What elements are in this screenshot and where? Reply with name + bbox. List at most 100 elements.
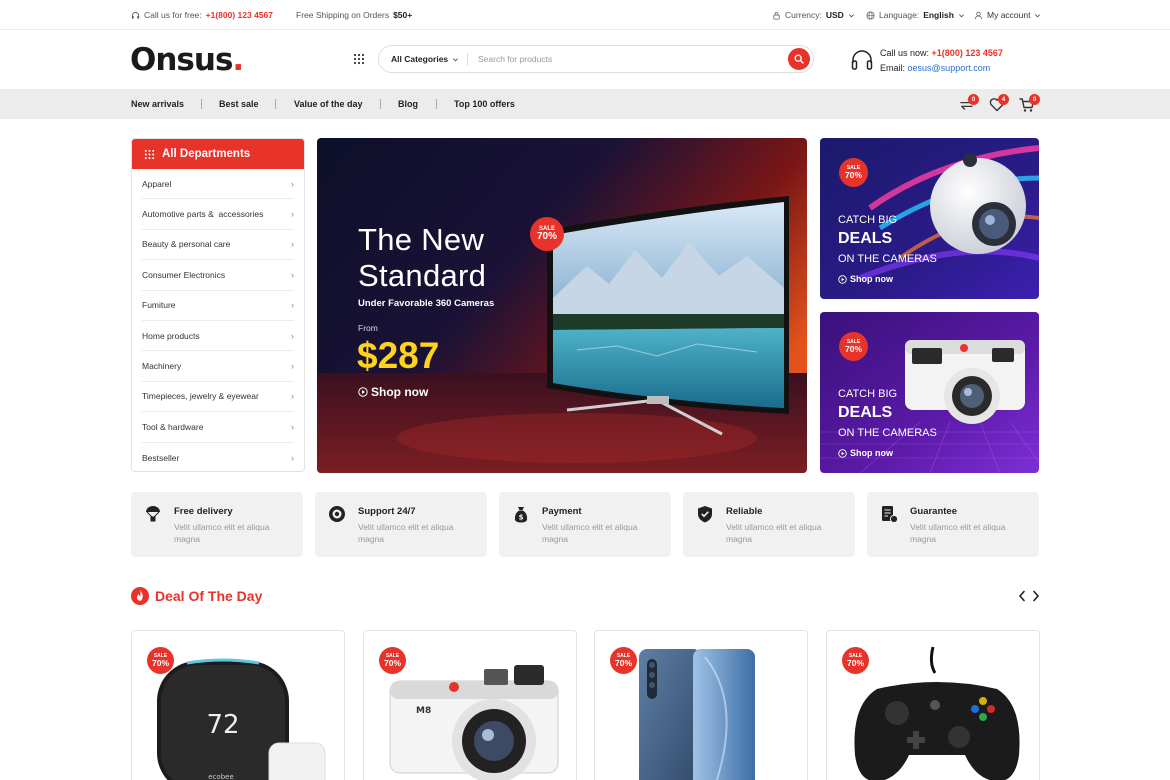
topbar-call-phone[interactable]: +1(800) 123 4567 — [206, 10, 273, 20]
department-item-home-products[interactable]: Home products › — [142, 321, 294, 352]
chevron-right-icon[interactable] — [1032, 590, 1040, 602]
logo-dot: . — [232, 42, 244, 78]
site-logo[interactable]: Onsus. — [130, 42, 244, 78]
grid-icon — [144, 149, 155, 160]
sale-percent: 70% — [844, 343, 862, 354]
thermostat-display-value: 72 — [206, 710, 239, 740]
nav-new-arrivals[interactable]: New arrivals — [131, 89, 184, 119]
side-banner-2-line1: CATCH BIG — [838, 388, 898, 400]
hero-subtitle: Under Favorable 360 Cameras — [358, 298, 495, 309]
product-sale-badge: SALE 70% — [610, 647, 637, 674]
product-card-smartphone[interactable]: SALE 70% — [594, 630, 808, 780]
department-label: Fumiture — [142, 300, 176, 311]
shipping-amount: $50+ — [393, 10, 413, 20]
headset-icon — [131, 11, 140, 20]
side-banner-1-shop-now[interactable]: Shop now — [838, 274, 893, 284]
currency-selector[interactable]: Currency: USD — [772, 0, 855, 30]
department-item-apparel[interactable]: Apparel › — [142, 169, 294, 200]
shield-check-icon — [695, 504, 715, 524]
chevron-right-icon: › — [291, 330, 294, 341]
side-banner-2-shop-now[interactable]: Shop now — [838, 448, 893, 458]
chevron-down-icon — [958, 12, 965, 19]
department-item-timepieces[interactable]: Timepieces, jewelry & eyewear › — [142, 382, 294, 413]
departments-menu: All Departments Apparel › Automotive part… — [131, 138, 305, 472]
hero-shop-now-link[interactable]: Shop now — [358, 385, 428, 399]
header-call-phone[interactable]: +1(800) 123 4567 — [932, 48, 1003, 58]
currency-label: Currency: — [785, 10, 822, 20]
side-banner-2[interactable]: SALE 70% CATCH BIG DEALS ON THE CAMERAS … — [820, 312, 1039, 473]
nav-value-of-the-day[interactable]: Value of the day — [294, 89, 363, 119]
account-menu[interactable]: My account — [974, 0, 1041, 30]
nav-top-100-offers[interactable]: Top 100 offers — [454, 89, 515, 119]
chevron-right-icon: › — [291, 178, 294, 189]
chevron-right-icon: › — [291, 209, 294, 220]
chevron-down-icon — [1034, 12, 1041, 19]
departments-title: All Departments — [162, 148, 251, 160]
product-card-thermostat[interactable]: SALE 70% 72 ecobee — [131, 630, 345, 780]
department-label: Machinery — [142, 361, 182, 372]
product-card-game-controller[interactable]: SALE 70% — [826, 630, 1040, 780]
search-button[interactable] — [788, 48, 810, 70]
chevron-right-icon: › — [291, 361, 294, 372]
header-email-value[interactable]: oesus@support.com — [908, 63, 991, 73]
feature-description: Velit ullamco elit et aliqua magna — [174, 522, 270, 544]
product-image-thermostat: 72 ecobee — [157, 658, 326, 780]
product-image-game-controller — [854, 646, 1020, 780]
nav-blog[interactable]: Blog — [398, 89, 418, 119]
department-item-furniture[interactable]: Fumiture › — [142, 291, 294, 321]
play-circle-icon — [358, 387, 368, 397]
chevron-down-icon — [452, 56, 459, 63]
product-card-camera[interactable]: SALE 70% M8 — [363, 630, 577, 780]
department-item-beauty[interactable]: Beauty & personal care › — [142, 230, 294, 261]
header-email-label: Email: — [880, 63, 906, 73]
language-selector[interactable]: Language: English — [866, 0, 965, 30]
sale-percent: 70% — [536, 231, 557, 242]
nav-divider — [436, 99, 437, 109]
department-item-machinery[interactable]: Machinery › — [142, 351, 294, 382]
headphones-icon — [850, 48, 874, 72]
side-banner-1-line1: CATCH BIG — [838, 214, 898, 226]
thermostat-brand: ecobee — [208, 773, 234, 780]
chevron-right-icon: › — [291, 452, 294, 463]
search-bar: All Categories Search for products — [378, 45, 814, 73]
search-category-select[interactable]: All Categories — [391, 46, 459, 72]
side-banner-1[interactable]: SALE 70% CATCH BIG DEALS ON THE CAMERAS … — [820, 138, 1039, 299]
compare-count-badge: 0 — [968, 94, 979, 105]
search-icon — [794, 54, 804, 64]
feature-payment: $ Payment Velit ullamco elit et aliqua m… — [499, 492, 671, 557]
feature-support: Support 24/7 Velit ullamco elit et aliqu… — [315, 492, 487, 557]
feature-description: Velit ullamco elit et aliqua magna — [542, 522, 638, 544]
chevron-left-icon[interactable] — [1018, 590, 1026, 602]
product-image-camera: M8 — [389, 665, 559, 780]
document-badge-icon — [879, 504, 899, 524]
topbar-call-label: Call us for free: — [144, 10, 202, 20]
hero-title-line2: Standard — [358, 258, 487, 293]
language-value: English — [923, 10, 954, 20]
department-item-automotive[interactable]: Automotive parts & accessories › — [142, 199, 294, 230]
apps-grid-icon[interactable] — [353, 53, 365, 65]
money-bag-icon: $ — [511, 504, 531, 524]
department-item-tools[interactable]: Tool & hardware › — [142, 412, 294, 443]
departments-header[interactable]: All Departments — [132, 139, 304, 169]
product-sale-badge: SALE 70% — [842, 647, 869, 674]
department-label: Home products — [142, 330, 200, 341]
side-banner-1-cta: Shop now — [850, 274, 893, 284]
hero-banner[interactable]: SALE 70% The New Standard Under Favorabl… — [317, 138, 807, 473]
side-banner-2-line2: DEALS — [838, 404, 893, 421]
search-divider — [467, 53, 468, 66]
department-label: Apparel — [142, 178, 172, 189]
side-banner-2-cta: Shop now — [850, 448, 893, 458]
department-item-bestseller[interactable]: Bestseller › — [142, 443, 294, 471]
nav-best-sale[interactable]: Best sale — [219, 89, 259, 119]
search-input[interactable]: Search for products — [478, 46, 552, 72]
hero-cta-label: Shop now — [371, 385, 429, 399]
product-image-smartphone — [639, 649, 755, 780]
hero-title-line1: The New — [358, 222, 485, 257]
department-item-consumer-electronics[interactable]: Consumer Electronics › — [142, 260, 294, 291]
header-email-row: Email: oesus@support.com — [880, 61, 1003, 76]
chevron-right-icon: › — [291, 300, 294, 311]
lock-icon — [772, 11, 781, 20]
feature-title: Guarantee — [910, 506, 957, 517]
wishlist-count-badge: 4 — [998, 94, 1009, 105]
chevron-right-icon: › — [291, 391, 294, 402]
